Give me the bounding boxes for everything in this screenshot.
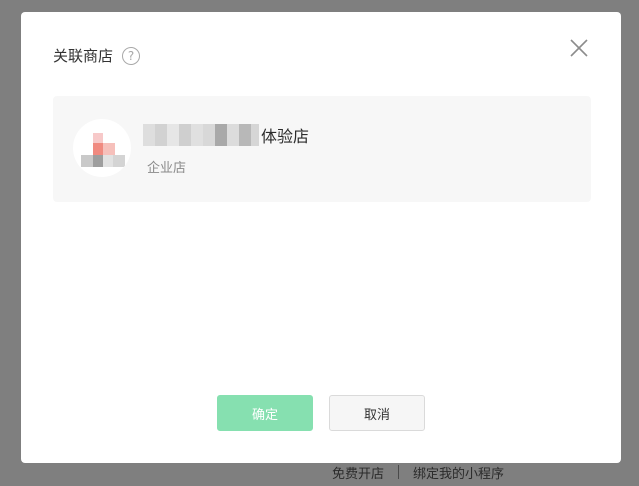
open-store-link[interactable]: 免费开店 bbox=[332, 463, 384, 482]
store-name: 体验店 bbox=[143, 124, 309, 146]
confirm-button[interactable]: 确定 bbox=[217, 395, 313, 431]
link-store-dialog: 关联商店 ? 体验店 企业店 确定 取消 bbox=[21, 12, 621, 463]
background-footer-links: 免费开店 绑定我的小程序 bbox=[332, 462, 504, 482]
dialog-title: 关联商店 bbox=[53, 47, 114, 65]
store-avatar bbox=[73, 119, 131, 177]
store-card[interactable]: 体验店 企业店 bbox=[53, 96, 591, 202]
help-icon[interactable]: ? bbox=[122, 46, 141, 65]
cancel-button[interactable]: 取消 bbox=[329, 395, 425, 431]
redacted-name-mosaic bbox=[143, 124, 259, 146]
store-name-suffix: 体验店 bbox=[261, 127, 310, 146]
store-type-label: 企业店 bbox=[147, 161, 187, 176]
close-icon[interactable] bbox=[569, 38, 589, 58]
link-divider bbox=[398, 465, 400, 479]
dialog-header: 关联商店 ? bbox=[53, 45, 141, 66]
bind-miniprogram-link[interactable]: 绑定我的小程序 bbox=[413, 463, 504, 482]
